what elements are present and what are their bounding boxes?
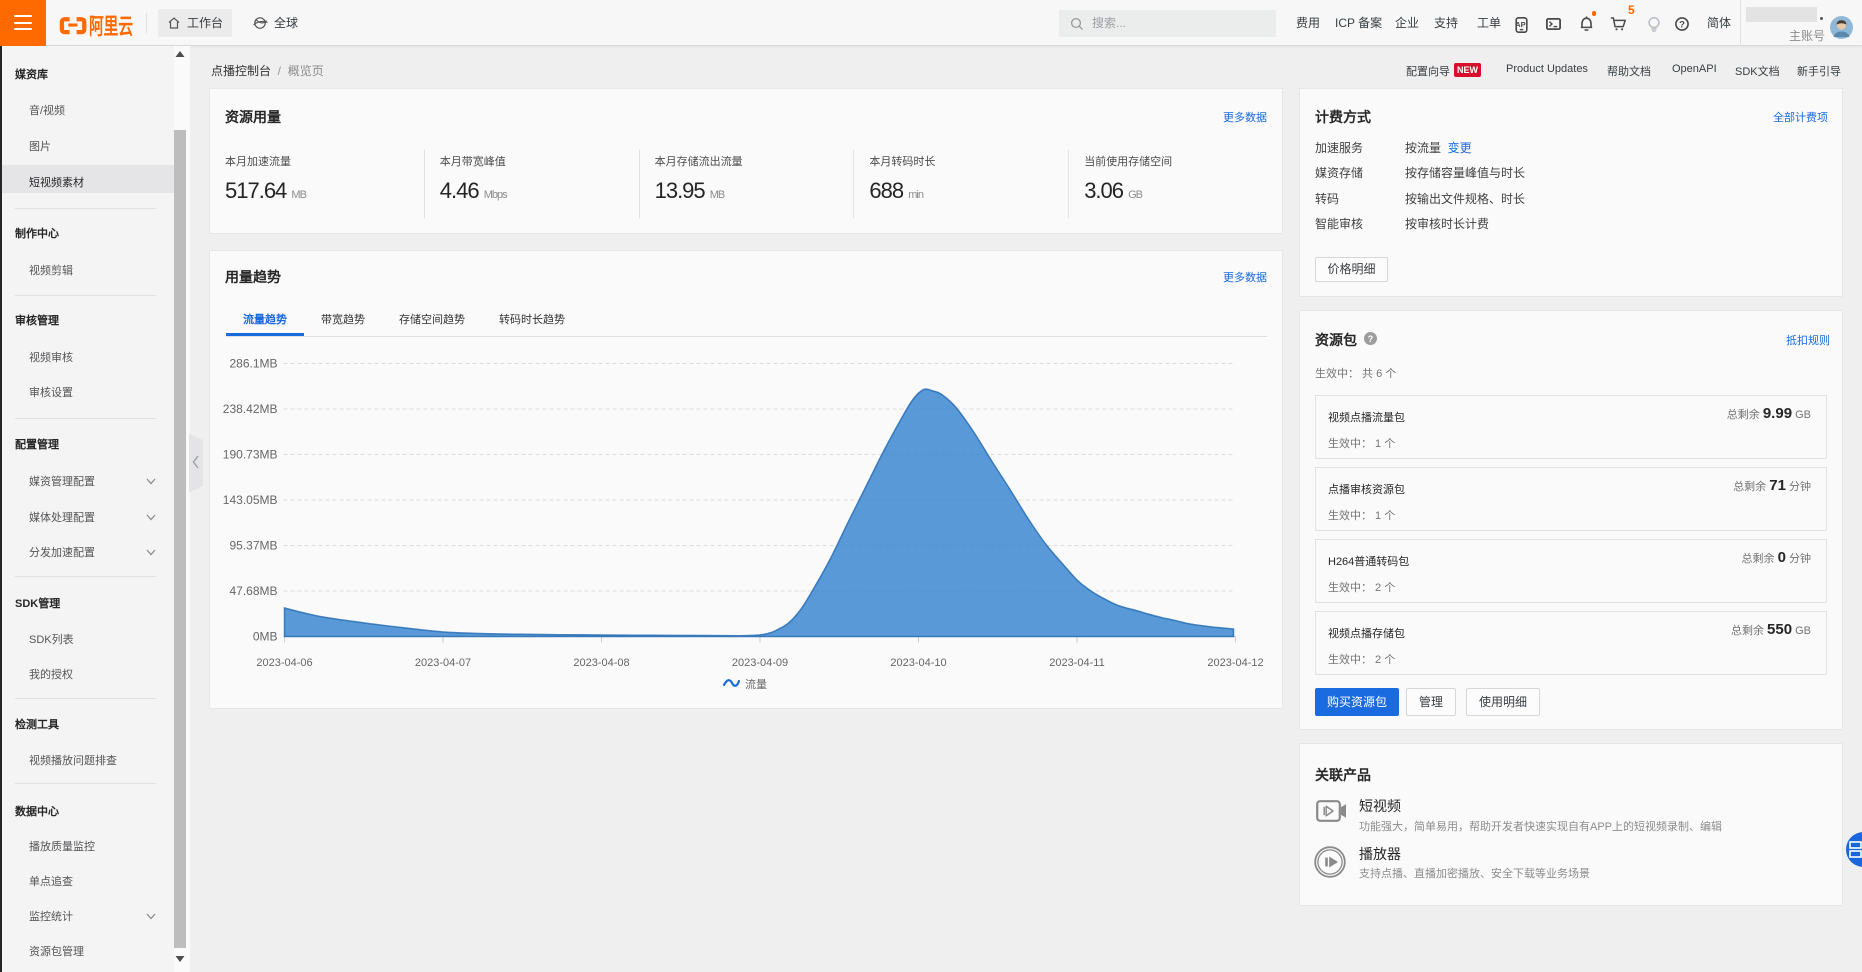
- svg-text:143.05MB: 143.05MB: [223, 493, 278, 507]
- svg-text:?: ?: [1679, 19, 1685, 30]
- svg-text:2023-04-06: 2023-04-06: [256, 657, 312, 669]
- svg-text:2023-04-12: 2023-04-12: [1207, 657, 1263, 669]
- svg-text:2023-04-11: 2023-04-11: [1049, 657, 1104, 669]
- svg-text:?: ?: [1368, 334, 1374, 344]
- svg-text:2023-04-07: 2023-04-07: [415, 657, 471, 669]
- svg-text:190.73MB: 190.73MB: [223, 448, 278, 462]
- svg-text:流量: 流量: [745, 677, 767, 691]
- svg-text:2023-04-09: 2023-04-09: [732, 657, 788, 669]
- svg-text:0MB: 0MB: [253, 630, 278, 644]
- svg-text:2023-04-08: 2023-04-08: [573, 657, 629, 669]
- svg-text:238.42MB: 238.42MB: [223, 402, 278, 416]
- svg-text:47.68MB: 47.68MB: [229, 584, 277, 598]
- svg-text:95.37MB: 95.37MB: [229, 539, 277, 553]
- svg-text:阿里云: 阿里云: [89, 14, 133, 39]
- svg-text:286.1MB: 286.1MB: [229, 357, 277, 371]
- svg-text:API: API: [1515, 19, 1528, 28]
- svg-text:2023-04-10: 2023-04-10: [890, 657, 946, 669]
